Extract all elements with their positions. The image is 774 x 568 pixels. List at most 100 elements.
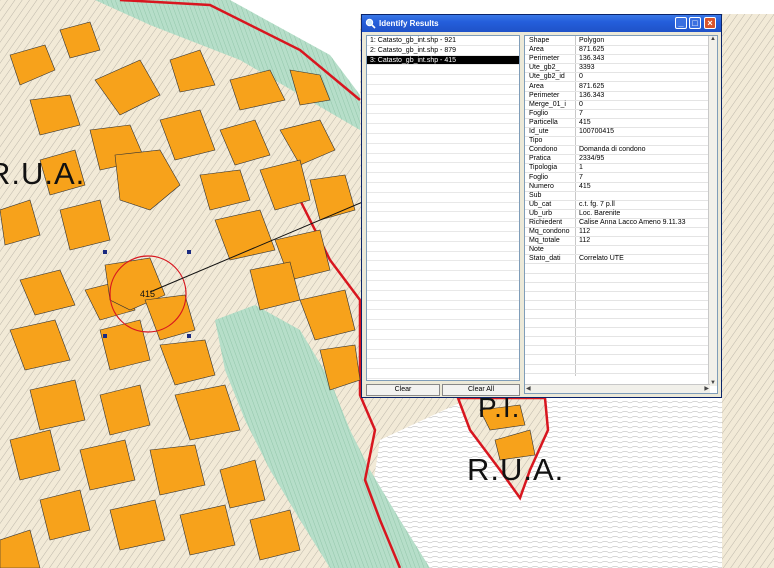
- identify-results-window[interactable]: Identify Results _ □ × 1: Catasto_gb_int…: [361, 14, 722, 398]
- minimize-button[interactable]: _: [675, 17, 687, 29]
- vertical-scrollbar[interactable]: ▲ ▼: [708, 36, 717, 386]
- attribute-key: Ute_gb2_id: [529, 73, 565, 81]
- attribute-value: Calise Anna Lacco Ameno 9.11.33: [579, 219, 686, 226]
- attribute-key: Foglio: [529, 109, 549, 117]
- empty-list-row: [367, 173, 519, 183]
- attribute-key: Note: [529, 246, 544, 254]
- attribute-key: Tipo: [529, 137, 543, 145]
- attribute-value: 136.343: [579, 91, 605, 99]
- empty-list-row: [367, 203, 519, 213]
- attribute-table[interactable]: Shape Polygon Area 871.625 Perimeter 136.343 U…: [524, 35, 718, 394]
- empty-list-row: [367, 212, 519, 223]
- window-title: Identify Results: [379, 19, 439, 28]
- close-button[interactable]: ×: [704, 17, 716, 29]
- attribute-key: Ub_urb: [529, 209, 552, 217]
- result-item-2[interactable]: 2: Catasto_gb_int.shp - 879: [367, 46, 519, 56]
- empty-list-row: [367, 379, 519, 380]
- attribute-key: Area: [529, 46, 544, 54]
- attribute-value: 1: [579, 164, 583, 172]
- empty-list-row: [367, 301, 519, 311]
- result-item-3-selected[interactable]: 3: Catasto_gb_int.shp - 415: [367, 55, 519, 66]
- maximize-button[interactable]: □: [689, 17, 701, 29]
- attribute-key: Mq_totale: [529, 237, 560, 245]
- empty-list-row: [367, 183, 519, 193]
- empty-list-row: [367, 65, 519, 76]
- attribute-key: Sub: [529, 191, 542, 199]
- identify-icon: [365, 18, 376, 29]
- empty-list-row: [367, 359, 519, 370]
- scroll-left-icon[interactable]: ◀: [526, 385, 531, 392]
- empty-list-row: [367, 193, 519, 203]
- attribute-value: 100700415: [579, 128, 615, 135]
- attribute-value: 0: [579, 73, 583, 81]
- result-item-1[interactable]: 1: Catasto_gb_int.shp - 921: [367, 36, 519, 46]
- empty-list-row: [367, 134, 519, 144]
- attribute-key: Tipologia: [529, 164, 558, 172]
- empty-list-row: [367, 163, 519, 174]
- empty-list-row: [367, 310, 519, 321]
- attribute-key: Foglio: [529, 173, 549, 181]
- attribute-key: Richiedent: [529, 219, 563, 226]
- attribute-value: Domanda di condono: [579, 146, 646, 154]
- empty-list-row: [367, 252, 519, 262]
- clear-all-button[interactable]: Clear All: [442, 384, 520, 396]
- attribute-value: Loc. Barenite: [579, 209, 621, 217]
- attribute-value: 136.343: [579, 55, 605, 63]
- attribute-value: 112: [579, 237, 591, 245]
- attribute-key: Stato_dati: [529, 255, 561, 263]
- zone-label-rua-right: R.U.A.: [467, 452, 565, 487]
- empty-list-row: [367, 330, 519, 340]
- empty-list-row: [367, 222, 519, 232]
- empty-list-row: [367, 85, 519, 95]
- attribute-key: Id_ute: [529, 128, 549, 135]
- attribute-value: 7: [579, 109, 583, 117]
- attribute-value: 3393: [579, 64, 595, 72]
- empty-list-row: [367, 154, 519, 164]
- empty-list-row: [367, 242, 519, 252]
- attribute-key: Ute_gb2_: [529, 64, 560, 72]
- scroll-right-icon[interactable]: ▶: [704, 385, 709, 392]
- attribute-key: Area: [529, 82, 544, 90]
- attribute-key: Ub_cat: [529, 200, 552, 208]
- attribute-value: Polygon: [579, 37, 605, 44]
- scroll-down-icon[interactable]: ▼: [710, 380, 716, 386]
- empty-list-row: [367, 261, 519, 272]
- attribute-key: Condono: [529, 146, 558, 154]
- zone-label-rua-left: R.U.A.: [0, 156, 86, 191]
- empty-list-row: [367, 350, 519, 360]
- attribute-value: Correlato UTE: [579, 255, 624, 263]
- attribute-value: 871.625: [579, 46, 605, 54]
- attribute-value: 2334/95: [579, 155, 605, 163]
- results-list[interactable]: 1: Catasto_gb_int.shp - 921 2: Catasto_g…: [366, 35, 520, 381]
- attribute-key: Shape: [529, 37, 550, 44]
- empty-list-row: [367, 95, 519, 105]
- attribute-key: Numero: [529, 182, 554, 190]
- empty-list-row: [367, 320, 519, 330]
- empty-list-row: [367, 281, 519, 291]
- clear-button[interactable]: Clear: [366, 384, 440, 396]
- horizontal-scrollbar[interactable]: ◀ ▶: [525, 384, 710, 393]
- parcel-number-label: 415: [140, 289, 156, 299]
- empty-list-row: [367, 291, 519, 301]
- empty-list-row: [367, 340, 519, 350]
- empty-list-row: [367, 271, 519, 281]
- empty-list-row: [367, 114, 519, 125]
- empty-list-row: [367, 105, 519, 115]
- attribute-key: Merge_01_i: [529, 100, 566, 108]
- attribute-value: 112: [579, 228, 591, 236]
- empty-list-row: [367, 369, 519, 379]
- empty-list-row: [367, 144, 519, 154]
- attribute-key: Perimeter: [529, 55, 560, 63]
- attribute-value: 7: [579, 173, 583, 181]
- attribute-key: Perimeter: [529, 91, 560, 99]
- empty-list-row: [367, 232, 519, 242]
- scroll-up-icon[interactable]: ▲: [710, 36, 716, 42]
- attribute-key: Pratica: [529, 155, 551, 163]
- attribute-key: Mq_condono: [529, 228, 570, 236]
- attribute-value: 0: [579, 100, 583, 108]
- empty-list-row: [367, 124, 519, 134]
- attribute-key: Particella: [529, 118, 558, 126]
- window-titlebar[interactable]: Identify Results _ □ ×: [362, 15, 721, 32]
- empty-list-row: [367, 75, 519, 85]
- attribute-value: 871.625: [579, 82, 605, 90]
